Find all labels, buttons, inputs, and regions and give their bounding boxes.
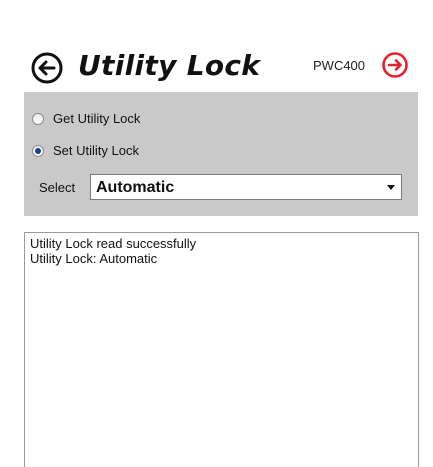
device-name: PWC400 <box>313 58 366 73</box>
set-utility-lock-radio[interactable]: Set Utility Lock <box>32 142 139 160</box>
back-button[interactable] <box>29 50 65 86</box>
get-utility-lock-label: Get Utility Lock <box>53 111 141 126</box>
set-utility-lock-label: Set Utility Lock <box>53 143 139 158</box>
select-label: Select <box>39 180 76 195</box>
lock-mode-dropdown[interactable]: Automatic <box>90 174 402 200</box>
circle-arrow-left-icon <box>31 52 63 84</box>
next-button[interactable] <box>381 51 409 79</box>
get-utility-lock-radio[interactable]: Get Utility Lock <box>32 110 140 128</box>
radio-unchecked-icon <box>32 113 44 125</box>
options-panel: Get Utility Lock Set Utility Lock Select… <box>24 92 418 216</box>
page-title: Utility Lock <box>78 49 261 82</box>
log-output[interactable]: Utility Lock read successfully Utility L… <box>24 232 419 467</box>
circle-arrow-right-icon <box>382 52 408 78</box>
log-line: Utility Lock read successfully <box>30 236 197 251</box>
radio-checked-icon <box>32 145 44 157</box>
chevron-down-icon <box>387 185 395 190</box>
log-line: Utility Lock: Automatic <box>30 251 158 266</box>
utility-lock-window: Utility Lock PWC400 Get Utility Lock Set… <box>0 0 433 467</box>
dropdown-value: Automatic <box>96 179 175 196</box>
header: Utility Lock PWC400 <box>0 0 433 92</box>
